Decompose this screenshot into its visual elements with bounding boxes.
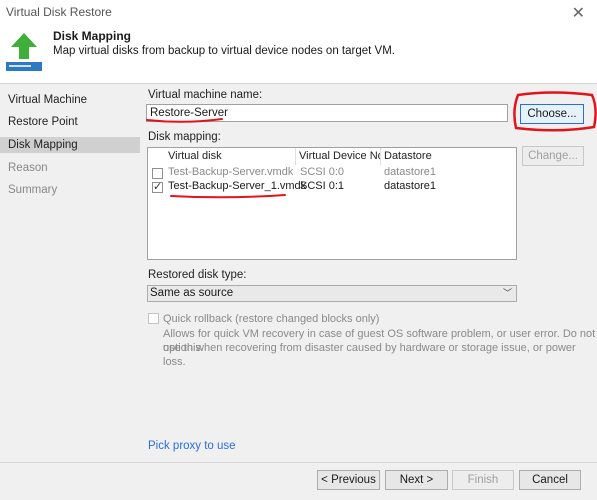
- column-header-datastore[interactable]: Datastore: [381, 148, 517, 165]
- virtual-disk-cell: Test-Backup-Server_1.vmdk: [168, 180, 307, 192]
- page-title: Disk Mapping: [53, 29, 132, 43]
- footer-divider: [0, 462, 597, 463]
- choose-button[interactable]: Choose...: [520, 104, 584, 124]
- step-summary: Summary: [8, 184, 58, 196]
- datastore-cell: datastore1: [384, 180, 436, 192]
- title-bar: Virtual Disk Restore ✕: [0, 0, 597, 24]
- previous-button[interactable]: < Previous: [317, 470, 380, 490]
- quick-rollback-description-2: option when recovering from disaster cau…: [163, 342, 576, 368]
- disk-mapping-label: Disk mapping:: [148, 131, 221, 143]
- disk-mapping-table: Virtual disk Virtual Device No... Datast…: [147, 147, 517, 260]
- finish-button[interactable]: Finish: [452, 470, 514, 490]
- step-disk-mapping[interactable]: Disk Mapping: [0, 137, 140, 153]
- step-reason: Reason: [8, 162, 48, 174]
- page-description: Map virtual disks from backup to virtual…: [53, 45, 395, 57]
- cancel-button[interactable]: Cancel: [519, 470, 581, 490]
- row-checkbox[interactable]: [152, 180, 163, 193]
- green-up-arrow-drive-icon: [6, 33, 42, 71]
- datastore-cell: datastore1: [384, 166, 436, 178]
- column-header-virtual-disk[interactable]: Virtual disk: [165, 148, 296, 165]
- change-button[interactable]: Change...: [522, 146, 584, 166]
- step-restore-point[interactable]: Restore Point: [0, 114, 140, 130]
- virtual-disk-cell: Test-Backup-Server.vmdk: [168, 166, 294, 178]
- next-button[interactable]: Next >: [385, 470, 448, 490]
- row-checkbox[interactable]: [152, 168, 163, 179]
- vm-name-field[interactable]: Restore-Server: [146, 104, 508, 122]
- restored-disk-type-label: Restored disk type:: [148, 269, 247, 281]
- device-node-cell: SCSI 0:1: [300, 180, 345, 192]
- quick-rollback-checkbox[interactable]: [148, 313, 159, 324]
- pick-proxy-link[interactable]: Pick proxy to use: [148, 440, 236, 452]
- restored-disk-type-dropdown[interactable]: Same as source ﹀: [147, 285, 517, 302]
- vm-name-label: Virtual machine name:: [148, 89, 263, 101]
- column-header-device-node[interactable]: Virtual Device No...: [296, 148, 381, 165]
- quick-rollback-label: Quick rollback (restore changed blocks o…: [163, 313, 380, 325]
- restored-disk-type-value: Same as source: [150, 287, 234, 299]
- device-node-cell: SCSI 0:0: [300, 166, 345, 178]
- window-title: Virtual Disk Restore: [6, 5, 112, 19]
- chevron-down-icon: ﹀: [502, 288, 512, 298]
- wizard-steps: Virtual Machine Restore Point Disk Mappi…: [0, 85, 140, 465]
- step-virtual-machine[interactable]: Virtual Machine: [0, 92, 140, 108]
- close-icon[interactable]: ✕: [572, 3, 585, 23]
- wizard-header: Disk Mapping Map virtual disks from back…: [0, 24, 597, 84]
